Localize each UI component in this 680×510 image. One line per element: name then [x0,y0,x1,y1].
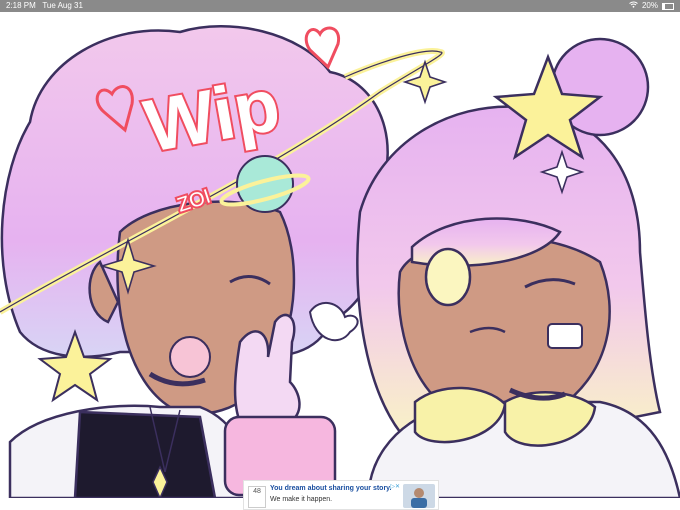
ad-subtext: We make it happen. [270,496,333,503]
ad-headline[interactable]: You dream about sharing your story. [270,485,391,492]
status-right: 20% [629,0,674,12]
blush-bubble [169,336,211,378]
battery-icon [662,2,674,10]
banner-ad[interactable]: 48 You dream about sharing your story. W… [243,480,439,510]
wifi-icon [629,0,638,12]
artwork-svg: Wip ZOI [0,25,680,498]
status-time: 2:18 PM [6,1,36,10]
status-date: Tue Aug 31 [42,1,83,10]
status-bar: 2:18 PM Tue Aug 31 20% [0,0,680,12]
status-left: 2:18 PM Tue Aug 31 [6,0,83,12]
left-hand [223,313,337,497]
ad-logo: 48 [248,486,266,508]
ad-photo [403,484,435,508]
ad-choices-icon[interactable]: ▷✕ [390,483,400,490]
battery-fill [663,3,665,9]
artwork-canvas: Wip ZOI [0,12,680,498]
battery-percent: 20% [641,1,658,10]
